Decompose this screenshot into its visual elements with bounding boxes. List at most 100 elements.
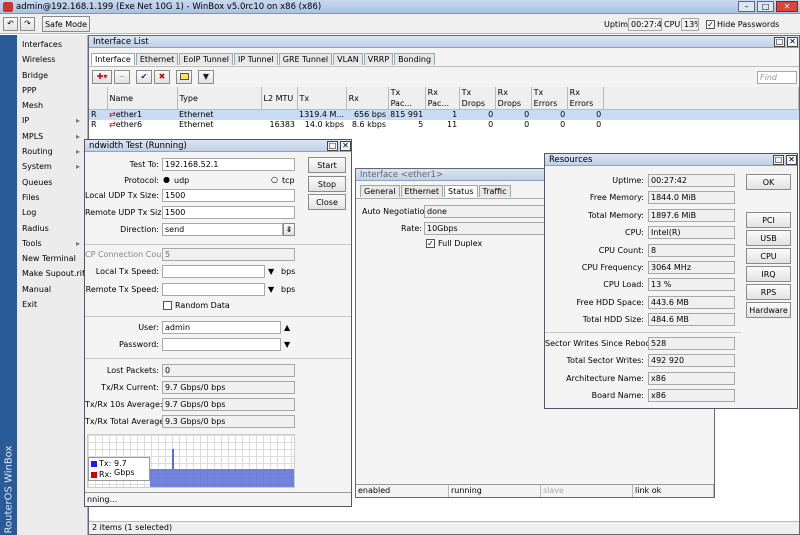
sidebar-item-wireless[interactable]: Wireless bbox=[18, 52, 88, 67]
stop-button[interactable]: Stop bbox=[308, 176, 346, 192]
tab-ethernet[interactable]: Ethernet bbox=[135, 53, 179, 65]
remote-tx-speed-input[interactable] bbox=[162, 283, 265, 296]
bandwidth-test-maximize-button[interactable]: □ bbox=[327, 141, 338, 151]
table-cell-txp: 815 991 bbox=[390, 110, 424, 119]
remove-icon[interactable]: − bbox=[114, 70, 130, 84]
random-data-checkbox[interactable] bbox=[163, 301, 172, 310]
connection-count-input[interactable]: 5 bbox=[162, 248, 295, 261]
sidebar-item-make-supout-rif[interactable]: Make Supout.rif bbox=[18, 266, 88, 281]
udp-radio[interactable]: ● bbox=[163, 175, 170, 184]
password-input[interactable] bbox=[162, 338, 281, 351]
sidebar-item-interfaces[interactable]: Interfaces bbox=[18, 37, 88, 52]
table-row[interactable]: R ⇄ether1 Ethernet 1319.4 M... 656 bps 815 99… bbox=[89, 109, 799, 120]
bandwidth-test-close-button[interactable]: ✕ bbox=[340, 141, 351, 151]
tx-rx-current-label: Tx/Rx Current: bbox=[101, 383, 159, 392]
column-header[interactable]: Type bbox=[177, 87, 262, 110]
ethernet-port-icon: ⇄ bbox=[109, 120, 116, 129]
full-duplex-checkbox[interactable]: ✓ bbox=[426, 239, 435, 248]
column-header[interactable]: Tx Drops bbox=[459, 87, 496, 110]
sidebar-item-exit[interactable]: Exit bbox=[18, 297, 88, 312]
local-tx-speed-input[interactable] bbox=[162, 265, 265, 278]
enable-icon[interactable]: ✔ bbox=[136, 70, 152, 84]
irq-button[interactable]: IRQ bbox=[746, 266, 791, 282]
hide-passwords-checkbox[interactable]: ✓ bbox=[706, 20, 715, 29]
tab-eoip-tunnel[interactable]: EoIP Tunnel bbox=[179, 53, 233, 65]
user-collapse-icon[interactable]: ▲ bbox=[284, 323, 290, 332]
sidebar-item-routing[interactable]: Routing ▸ bbox=[18, 144, 88, 159]
password-dropdown-icon[interactable]: ▼ bbox=[284, 340, 290, 349]
column-header[interactable]: Name bbox=[107, 87, 178, 110]
remote-udp-tx-size-input[interactable]: 1500 bbox=[162, 206, 295, 219]
column-header[interactable]: Rx Pac... bbox=[425, 87, 460, 110]
tcp-radio[interactable]: ○ bbox=[271, 175, 278, 184]
rps-button[interactable]: RPS bbox=[746, 284, 791, 300]
sidebar-item-mesh[interactable]: Mesh bbox=[18, 98, 88, 113]
undo-button[interactable]: ↶ bbox=[3, 17, 18, 31]
direction-select[interactable]: send bbox=[162, 223, 283, 236]
sidebar-item-system[interactable]: System ▸ bbox=[18, 159, 88, 174]
sidebar-item-label: Files bbox=[22, 192, 40, 202]
local-tx-speed-dropdown-icon[interactable]: ▼ bbox=[268, 267, 274, 276]
tab-bonding[interactable]: Bonding bbox=[394, 53, 436, 65]
comment-icon[interactable] bbox=[176, 70, 192, 84]
usb-button[interactable]: USB bbox=[746, 230, 791, 246]
direction-dropdown-icon[interactable]: ⇟ bbox=[283, 223, 295, 236]
start-button[interactable]: Start bbox=[308, 157, 346, 173]
resources-close-button[interactable]: ✕ bbox=[786, 155, 797, 165]
sidebar-item-mpls[interactable]: MPLS ▸ bbox=[18, 129, 88, 144]
local-udp-tx-size-input[interactable]: 1500 bbox=[162, 189, 295, 202]
lost-packets-label: Lost Packets: bbox=[106, 366, 159, 375]
sidebar-item-files[interactable]: Files bbox=[18, 190, 88, 205]
close-button[interactable]: Close bbox=[308, 194, 346, 210]
sidebar-item-log[interactable]: Log bbox=[18, 205, 88, 220]
pci-button[interactable]: PCI bbox=[746, 212, 791, 228]
status-cell-link-ok: link ok bbox=[633, 485, 714, 497]
minimize-button[interactable]: – bbox=[738, 1, 755, 12]
safe-mode-button[interactable]: Safe Mode bbox=[42, 16, 90, 32]
ok-button[interactable]: OK bbox=[746, 174, 791, 190]
interface-list-close-button[interactable]: ✕ bbox=[787, 37, 798, 47]
user-input[interactable]: admin bbox=[162, 321, 281, 334]
sidebar-item-ppp[interactable]: PPP bbox=[18, 83, 88, 98]
sidebar-item-new-terminal[interactable]: New Terminal bbox=[18, 251, 88, 266]
direction-label: Direction: bbox=[120, 225, 159, 234]
sidebar-item-manual[interactable]: Manual bbox=[18, 282, 88, 297]
column-header[interactable]: Rx Errors bbox=[567, 87, 604, 110]
auto-negotiation-label: Auto Negotiation: bbox=[362, 207, 433, 216]
interface-list-maximize-button[interactable]: □ bbox=[774, 37, 785, 47]
find-input[interactable]: Find bbox=[757, 71, 797, 84]
remote-tx-speed-dropdown-icon[interactable]: ▼ bbox=[268, 285, 274, 294]
tab-gre-tunnel[interactable]: GRE Tunnel bbox=[278, 53, 333, 65]
column-header[interactable]: Rx bbox=[346, 87, 389, 110]
tab-traffic[interactable]: Traffic bbox=[478, 185, 511, 197]
tab-ethernet[interactable]: Ethernet bbox=[400, 185, 443, 197]
cpu-button[interactable]: CPU bbox=[746, 248, 791, 264]
column-header[interactable]: Rx Drops bbox=[495, 87, 532, 110]
sidebar-item-radius[interactable]: Radius bbox=[18, 221, 88, 236]
add-icon[interactable]: ✚▾ bbox=[92, 70, 112, 84]
redo-button[interactable]: ↷ bbox=[20, 17, 35, 31]
table-row[interactable]: R ⇄ether6 Ethernet 16383 14.0 kbps 8.6 kbps 5 1… bbox=[89, 120, 799, 130]
tab-general[interactable]: General bbox=[360, 185, 400, 197]
column-header[interactable]: Tx Pac... bbox=[388, 87, 426, 110]
tab-ip-tunnel[interactable]: IP Tunnel bbox=[234, 53, 278, 65]
filter-icon[interactable]: ▼ bbox=[198, 70, 214, 84]
sidebar-item-bridge[interactable]: Bridge bbox=[18, 68, 88, 83]
hardware-button[interactable]: Hardware bbox=[746, 302, 791, 318]
column-header[interactable]: Tx Errors bbox=[531, 87, 568, 110]
disable-icon[interactable]: ✖ bbox=[154, 70, 170, 84]
tab-vrrp[interactable]: VRRP bbox=[363, 53, 394, 65]
close-window-button[interactable]: ✕ bbox=[776, 1, 798, 12]
sidebar-item-label: MPLS bbox=[22, 131, 44, 141]
column-header[interactable]: Tx bbox=[297, 87, 347, 110]
column-header[interactable]: L2 MTU bbox=[261, 87, 298, 110]
maximize-button[interactable]: □ bbox=[757, 1, 774, 12]
test-to-input[interactable]: 192.168.52.1 bbox=[162, 158, 295, 171]
resources-maximize-button[interactable]: □ bbox=[773, 155, 784, 165]
tab-interface[interactable]: Interface bbox=[91, 53, 135, 65]
sidebar-item-ip[interactable]: IP ▸ bbox=[18, 113, 88, 128]
sidebar-item-tools[interactable]: Tools ▸ bbox=[18, 236, 88, 251]
tab-vlan[interactable]: VLAN bbox=[333, 53, 363, 65]
tab-status[interactable]: Status bbox=[444, 185, 478, 197]
sidebar-item-queues[interactable]: Queues bbox=[18, 175, 88, 190]
